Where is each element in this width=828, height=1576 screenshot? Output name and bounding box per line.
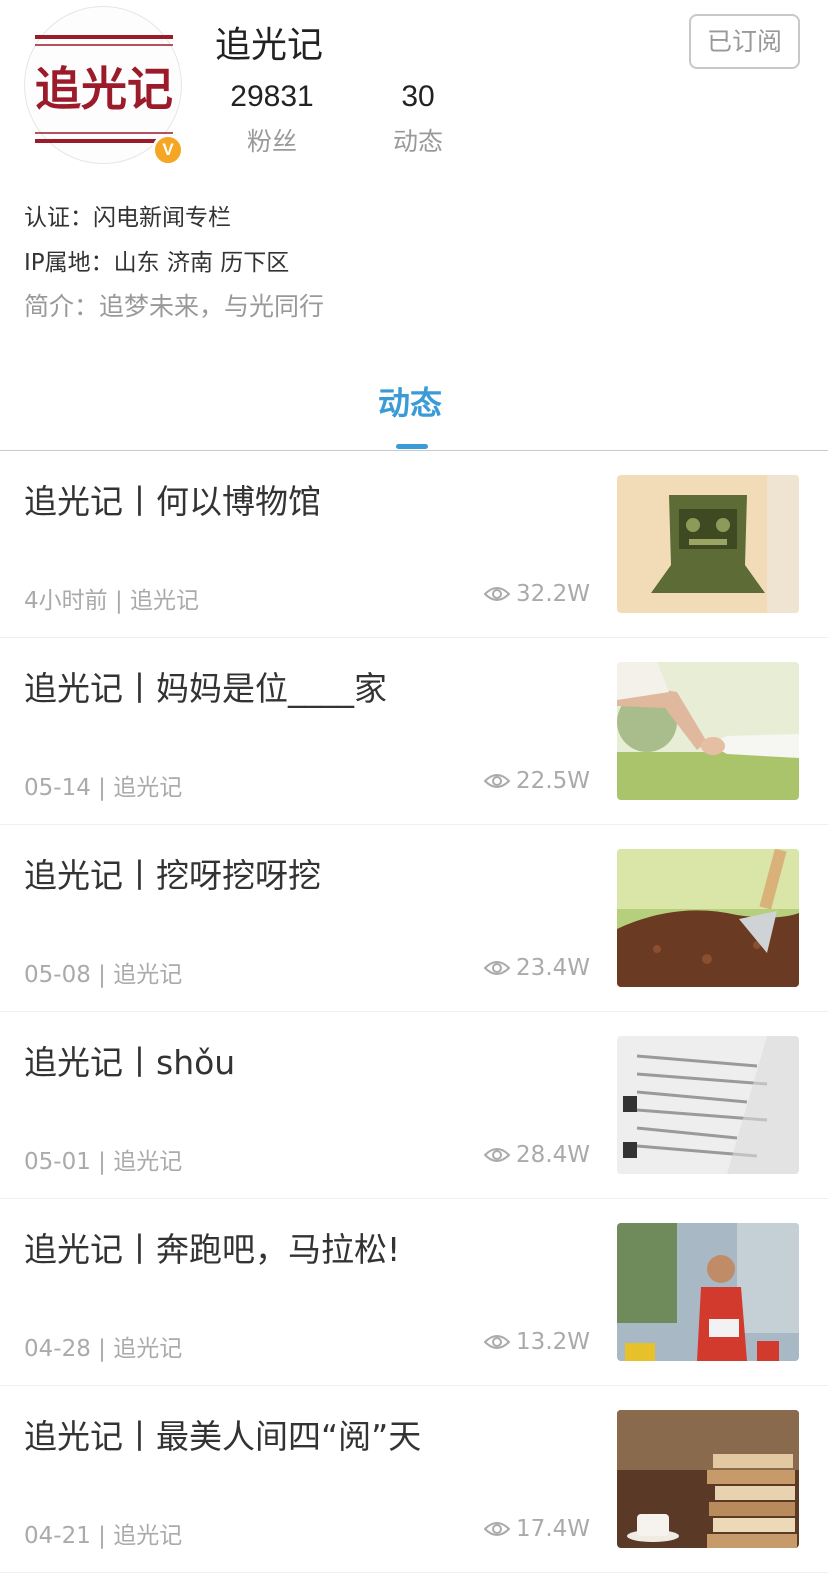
- tab-active-indicator: [396, 444, 428, 449]
- feed-item-title: 追光记丨何以博物馆: [24, 482, 321, 521]
- subscribed-button[interactable]: 已订阅: [689, 14, 800, 69]
- profile-name: 追光记: [215, 25, 324, 66]
- feed-item-meta: 4小时前 | 追光记: [24, 588, 200, 614]
- bio-text: 简介：追梦未来，与光同行: [24, 292, 325, 321]
- feed-item-time: 04-28: [24, 1336, 91, 1362]
- feed-item-time: 05-01: [24, 1149, 91, 1175]
- feed-item-view-count: 32.2W: [516, 581, 590, 607]
- feed-item-views: 13.2W: [484, 1329, 590, 1355]
- feed-item-title: 追光记丨挖呀挖呀挖: [24, 856, 321, 895]
- eye-icon: [484, 1148, 511, 1162]
- tab-bar: 动态: [0, 360, 828, 451]
- feed-item-meta: 04-21 | 追光记: [24, 1523, 183, 1549]
- feed-item-time: 05-14: [24, 775, 91, 801]
- posts-count: 30: [401, 80, 435, 113]
- feed-item-view-count: 22.5W: [516, 768, 590, 794]
- feed-item-title: 追光记丨奔跑吧，马拉松!: [24, 1230, 401, 1269]
- holding-hands-photo-icon[interactable]: [617, 662, 799, 800]
- feed-item[interactable]: 追光记丨最美人间四“阅”天 04-21 | 追光记 17.4W: [0, 1386, 828, 1573]
- feed-item-time: 04-21: [24, 1523, 91, 1549]
- feed-item[interactable]: 追光记丨shǒu 05-01 | 追光记 28.4W: [0, 1012, 828, 1199]
- feed-item-meta: 04-28 | 追光记: [24, 1336, 183, 1362]
- feed-item-source: 追光记: [113, 1523, 183, 1549]
- feed-item-source: 追光记: [113, 962, 183, 988]
- verified-badge-icon: V: [152, 134, 184, 166]
- eye-icon: [484, 1335, 511, 1349]
- eye-icon: [484, 961, 511, 975]
- feed-item-meta: 05-08 | 追光记: [24, 962, 183, 988]
- feed-item-views: 22.5W: [484, 768, 590, 794]
- feed-item-title: 追光记丨最美人间四“阅”天: [24, 1417, 422, 1456]
- feed-item-view-count: 17.4W: [516, 1516, 590, 1542]
- fans-count: 29831: [230, 80, 314, 113]
- feed-item-source: 追光记: [113, 775, 183, 801]
- feed-item-meta: 05-14 | 追光记: [24, 775, 183, 801]
- feed-item-title: 追光记丨shǒu: [24, 1043, 236, 1082]
- eye-icon: [484, 587, 511, 601]
- eye-icon: [484, 1522, 511, 1536]
- feed-item-views: 17.4W: [484, 1516, 590, 1542]
- feed-item-source: 追光记: [113, 1149, 183, 1175]
- feed-item[interactable]: 追光记丨挖呀挖呀挖 05-08 | 追光记 23.4W: [0, 825, 828, 1012]
- posts-stat[interactable]: 30 动态: [353, 80, 483, 158]
- ip-location-text: IP属地：山东 济南 历下区: [24, 250, 290, 276]
- feed-item-views: 28.4W: [484, 1142, 590, 1168]
- fans-stat[interactable]: 29831 粉丝: [207, 80, 337, 158]
- feed-item-views: 32.2W: [484, 581, 590, 607]
- eye-icon: [484, 774, 511, 788]
- book-stack-photo-icon[interactable]: [617, 1410, 799, 1548]
- feed-item-time: 4小时前: [24, 588, 108, 614]
- feed-item-source: 追光记: [130, 588, 200, 614]
- avatar-logo-text: 追光记: [35, 62, 173, 116]
- garden-trowel-photo-icon[interactable]: [617, 849, 799, 987]
- feed-item-title: 追光记丨妈妈是位____家: [24, 669, 387, 708]
- fans-label: 粉丝: [246, 127, 297, 156]
- feed-item[interactable]: 追光记丨奔跑吧，马拉松! 04-28 | 追光记 13.2W: [0, 1199, 828, 1386]
- dictionary-page-photo-icon[interactable]: [617, 1036, 799, 1174]
- certification-text: 认证：闪电新闻专栏: [24, 205, 231, 231]
- bronze-mask-photo-icon[interactable]: [617, 475, 799, 613]
- feed-item-view-count: 23.4W: [516, 955, 590, 981]
- feed-item-views: 23.4W: [484, 955, 590, 981]
- feed-item[interactable]: 追光记丨妈妈是位____家 05-14 | 追光记 22.5W: [0, 638, 828, 825]
- feed-item-meta: 05-01 | 追光记: [24, 1149, 183, 1175]
- feed-item-view-count: 13.2W: [516, 1329, 590, 1355]
- feed-item-time: 05-08: [24, 962, 91, 988]
- tab-posts[interactable]: 动态: [378, 378, 442, 424]
- posts-label: 动态: [392, 127, 443, 156]
- feed-list: 追光记丨何以博物馆 4小时前 | 追光记 32.2W 追光记丨妈妈是位____家…: [0, 451, 828, 1573]
- feed-item-source: 追光记: [113, 1336, 183, 1362]
- feed-item-view-count: 28.4W: [516, 1142, 590, 1168]
- feed-item[interactable]: 追光记丨何以博物馆 4小时前 | 追光记 32.2W: [0, 451, 828, 638]
- marathon-runner-photo-icon[interactable]: [617, 1223, 799, 1361]
